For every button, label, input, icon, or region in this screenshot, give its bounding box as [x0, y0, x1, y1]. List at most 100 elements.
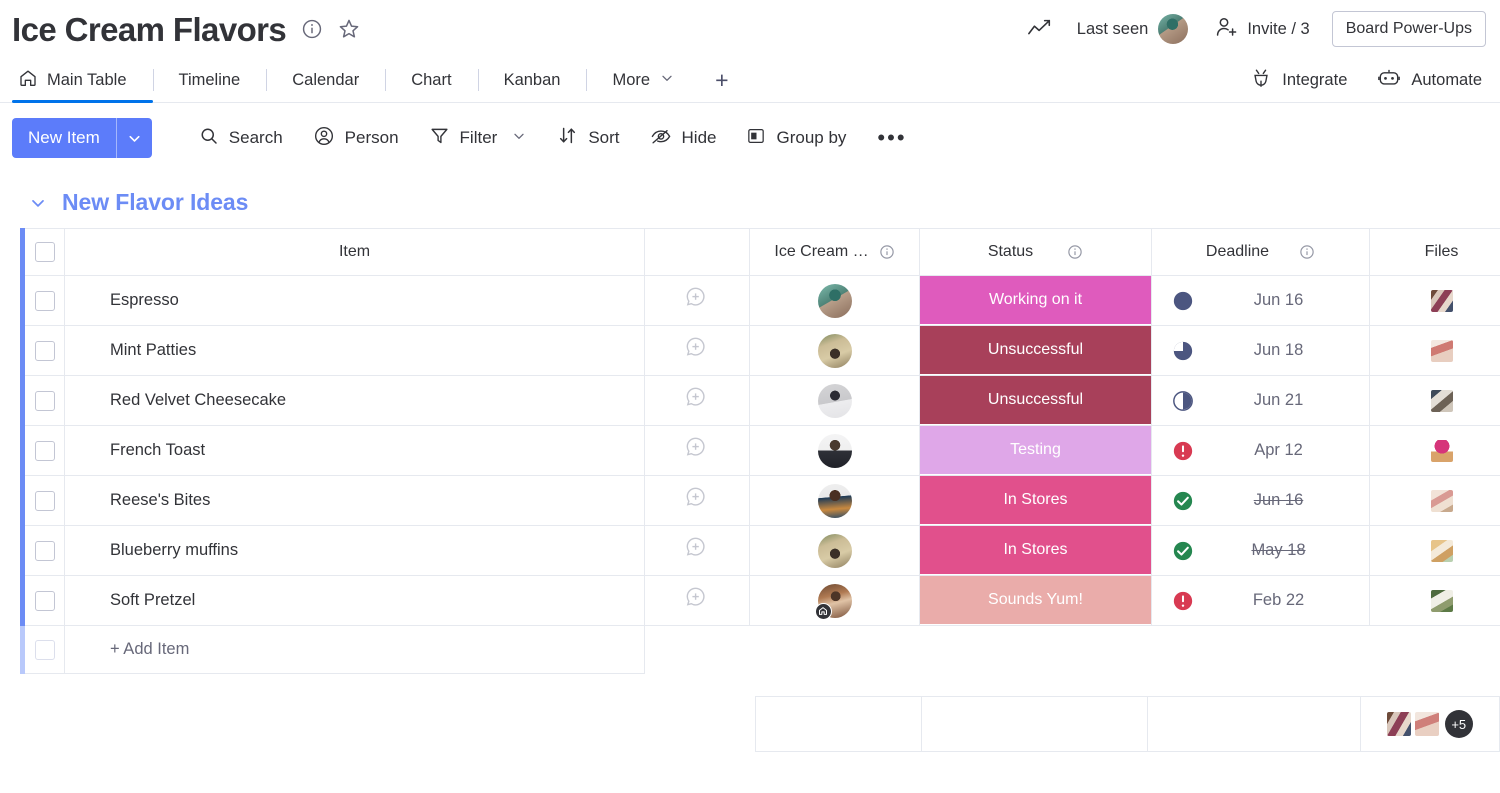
row-item-name[interactable]: French Toast: [65, 426, 645, 476]
table-row[interactable]: Blueberry muffins In Stores May 18: [20, 526, 1500, 576]
column-header-files[interactable]: Files: [1370, 228, 1500, 276]
tab-main-table[interactable]: Main Table: [12, 58, 153, 102]
row-deadline[interactable]: Jun 18: [1152, 326, 1370, 376]
status-badge[interactable]: In Stores: [920, 476, 1151, 525]
avatar[interactable]: [818, 384, 852, 418]
row-checkbox[interactable]: [25, 326, 65, 376]
sort-button[interactable]: Sort: [542, 119, 634, 157]
status-badge[interactable]: In Stores: [920, 526, 1151, 575]
row-status[interactable]: Unsuccessful: [920, 326, 1152, 376]
add-item-checkbox[interactable]: [25, 626, 65, 674]
row-deadline[interactable]: Jun 16: [1152, 276, 1370, 326]
deadline-date[interactable]: Jun 21: [1214, 391, 1369, 410]
avatar[interactable]: [818, 284, 852, 318]
file-thumbnail[interactable]: [1415, 712, 1439, 736]
column-header-person[interactable]: Ice Cream …: [750, 228, 920, 276]
row-deadline[interactable]: May 18: [1152, 526, 1370, 576]
file-thumbnail[interactable]: [1431, 540, 1453, 562]
row-deadline[interactable]: Feb 22: [1152, 576, 1370, 626]
board-power-ups-button[interactable]: Board Power-Ups: [1332, 11, 1486, 47]
group-title[interactable]: New Flavor Ideas: [62, 189, 248, 216]
row-person[interactable]: [750, 576, 920, 626]
table-row[interactable]: Soft Pretzel Sounds Yum! Feb 22: [20, 576, 1500, 626]
row-person[interactable]: [750, 326, 920, 376]
filter-button[interactable]: Filter: [414, 119, 543, 157]
column-header-status[interactable]: Status: [920, 228, 1152, 276]
automate-button[interactable]: Automate: [1377, 67, 1482, 94]
row-checkbox[interactable]: [25, 376, 65, 426]
add-view-button[interactable]: +: [701, 58, 742, 102]
row-person[interactable]: [750, 426, 920, 476]
row-files[interactable]: [1370, 426, 1500, 476]
avatar[interactable]: [818, 434, 852, 468]
avatar[interactable]: [818, 584, 852, 618]
activity-graph-icon[interactable]: [1027, 18, 1053, 40]
row-item-name[interactable]: Espresso: [65, 276, 645, 326]
file-thumbnail[interactable]: [1431, 590, 1453, 612]
chevron-down-icon[interactable]: [28, 193, 48, 213]
column-header-add[interactable]: [645, 228, 750, 276]
new-item-dropdown-button[interactable]: [116, 118, 152, 158]
status-badge[interactable]: Sounds Yum!: [920, 576, 1151, 625]
table-row[interactable]: Reese's Bites In Stores Jun 16: [20, 476, 1500, 526]
select-all-checkbox[interactable]: [25, 228, 65, 276]
row-item-name[interactable]: Soft Pretzel: [65, 576, 645, 626]
info-circle-icon[interactable]: [301, 18, 323, 40]
hide-button[interactable]: Hide: [635, 119, 732, 158]
deadline-date[interactable]: Jun 16: [1214, 491, 1369, 510]
more-actions-button[interactable]: •••: [861, 131, 922, 144]
file-thumbnail[interactable]: [1431, 290, 1453, 312]
row-updates-button[interactable]: [645, 576, 750, 626]
row-status[interactable]: Working on it: [920, 276, 1152, 326]
file-thumbnail[interactable]: [1431, 440, 1453, 462]
row-status[interactable]: Unsuccessful: [920, 376, 1152, 426]
row-checkbox[interactable]: [25, 576, 65, 626]
search-button[interactable]: Search: [184, 120, 298, 157]
file-thumbnail[interactable]: [1431, 490, 1453, 512]
tab-timeline[interactable]: Timeline: [153, 58, 267, 102]
row-item-name[interactable]: Reese's Bites: [65, 476, 645, 526]
status-badge[interactable]: Unsuccessful: [920, 326, 1151, 375]
row-files[interactable]: [1370, 526, 1500, 576]
avatar[interactable]: [818, 484, 852, 518]
person-filter-button[interactable]: Person: [298, 119, 414, 158]
status-badge[interactable]: Testing: [920, 426, 1151, 475]
row-updates-button[interactable]: [645, 426, 750, 476]
row-status[interactable]: Testing: [920, 426, 1152, 476]
row-checkbox[interactable]: [25, 476, 65, 526]
deadline-date[interactable]: Jun 18: [1214, 341, 1369, 360]
tab-calendar[interactable]: Calendar: [266, 58, 385, 102]
add-item-row[interactable]: + Add Item: [20, 626, 1500, 674]
file-thumbnail[interactable]: [1431, 390, 1453, 412]
row-deadline[interactable]: Apr 12: [1152, 426, 1370, 476]
row-item-name[interactable]: Red Velvet Cheesecake: [65, 376, 645, 426]
table-row[interactable]: Espresso Working on it Jun 16: [20, 276, 1500, 326]
table-row[interactable]: French Toast Testing Apr 12: [20, 426, 1500, 476]
deadline-date[interactable]: Jun 16: [1214, 291, 1369, 310]
table-row[interactable]: Red Velvet Cheesecake Unsuccessful Jun 2…: [20, 376, 1500, 426]
row-files[interactable]: [1370, 376, 1500, 426]
row-checkbox[interactable]: [25, 426, 65, 476]
row-updates-button[interactable]: [645, 326, 750, 376]
row-updates-button[interactable]: [645, 476, 750, 526]
add-item-button[interactable]: + Add Item: [65, 626, 645, 674]
row-status[interactable]: Sounds Yum!: [920, 576, 1152, 626]
row-person[interactable]: [750, 376, 920, 426]
tab-kanban[interactable]: Kanban: [478, 58, 587, 102]
row-checkbox[interactable]: [25, 276, 65, 326]
row-status[interactable]: In Stores: [920, 476, 1152, 526]
last-seen[interactable]: Last seen: [1077, 14, 1189, 44]
row-files[interactable]: [1370, 276, 1500, 326]
row-person[interactable]: [750, 476, 920, 526]
invite-button[interactable]: Invite / 3: [1214, 15, 1309, 44]
star-icon[interactable]: [337, 17, 361, 41]
new-item-button[interactable]: New Item: [12, 118, 116, 158]
deadline-date[interactable]: May 18: [1214, 541, 1369, 560]
row-files[interactable]: [1370, 476, 1500, 526]
status-badge[interactable]: Unsuccessful: [920, 376, 1151, 425]
integrate-button[interactable]: Integrate: [1250, 67, 1347, 94]
tab-more[interactable]: More: [586, 58, 701, 102]
column-header-deadline[interactable]: Deadline: [1152, 228, 1370, 276]
row-updates-button[interactable]: [645, 526, 750, 576]
row-checkbox[interactable]: [25, 526, 65, 576]
